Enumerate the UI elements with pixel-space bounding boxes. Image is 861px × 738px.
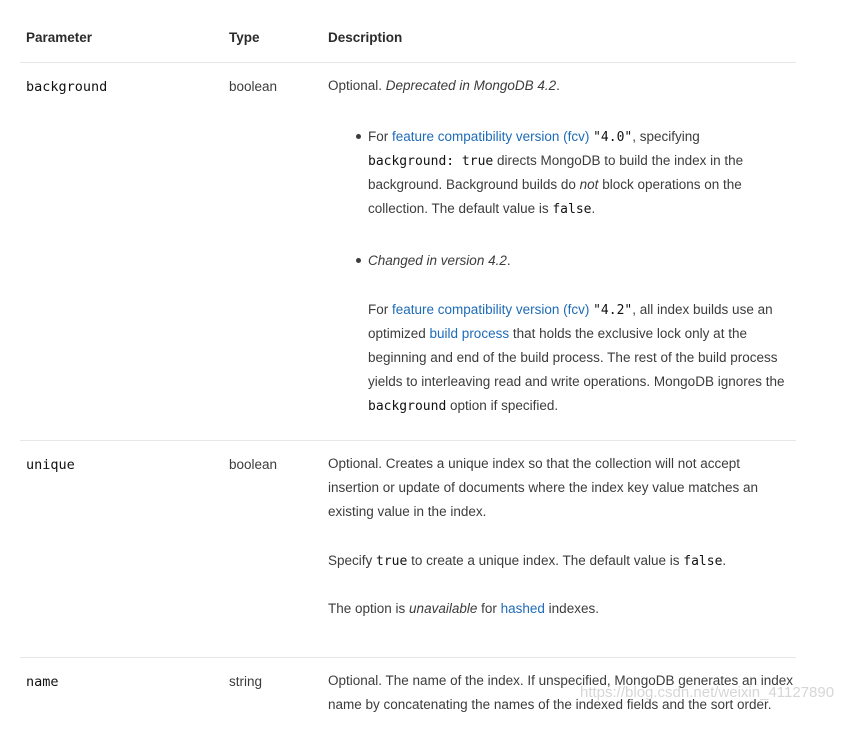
hashed-link[interactable]: hashed xyxy=(501,601,545,616)
table-row-background: background boolean Optional. Deprecated … xyxy=(20,63,796,441)
bullet-icon xyxy=(356,134,361,139)
parameter-table: Parameter Type Description background bo… xyxy=(20,0,796,738)
list-item: For feature compatibility version (fcv) … xyxy=(368,129,700,145)
bullet-icon xyxy=(356,258,361,263)
table-header: Parameter Type Description xyxy=(20,0,796,63)
header-type: Type xyxy=(229,30,260,45)
param-type: boolean xyxy=(229,79,278,94)
header-parameter: Parameter xyxy=(26,30,93,45)
param-type: boolean xyxy=(229,457,278,472)
header-description: Description xyxy=(328,30,403,45)
build-process-link[interactable]: build process xyxy=(430,326,510,341)
param-name: background xyxy=(26,79,108,95)
list-item: Changed in version 4.2. xyxy=(368,253,511,268)
fcv-link[interactable]: feature compatibility version (fcv) xyxy=(392,302,589,317)
fcv-link[interactable]: feature compatibility version (fcv) xyxy=(392,129,589,144)
param-name: unique xyxy=(26,457,75,473)
param-name: name xyxy=(26,674,59,690)
watermark: https://blog.csdn.net/weixin_41127890 xyxy=(580,684,835,701)
table-row-unique: unique boolean Optional. Creates a uniqu… xyxy=(20,441,796,658)
param-type: string xyxy=(229,674,263,689)
